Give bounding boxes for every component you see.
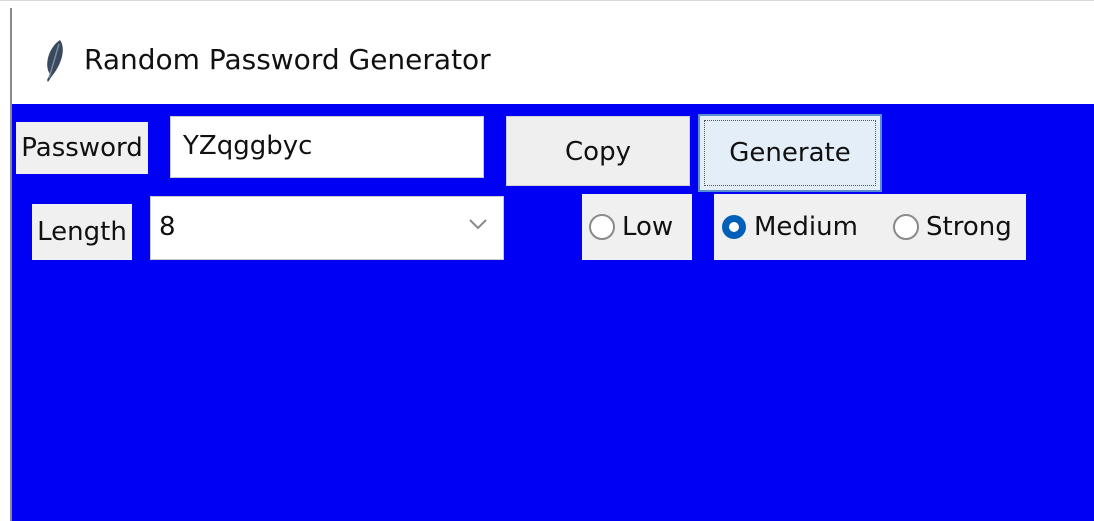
length-select[interactable]: 8 — [150, 196, 504, 260]
radio-medium[interactable]: Medium — [720, 194, 858, 260]
main-panel: Password YZqggbyc Copy Generate Length 8… — [12, 104, 1094, 521]
password-label: Password — [16, 122, 148, 174]
length-select-value: 8 — [159, 212, 176, 242]
radio-unchecked-icon — [893, 214, 919, 240]
radio-medium-label: Medium — [754, 212, 858, 242]
strength-low-group: Low — [582, 194, 692, 260]
radio-low-label: Low — [622, 212, 674, 242]
title-bar[interactable]: Random Password Generator — [12, 8, 1094, 104]
chevron-down-icon[interactable] — [467, 213, 489, 235]
strength-medium-strong-group: Medium Strong — [714, 194, 1026, 260]
generate-button-label: Generate — [729, 138, 851, 168]
window-title: Random Password Generator — [84, 43, 491, 76]
generate-button[interactable]: Generate — [698, 114, 882, 192]
radio-low[interactable]: Low — [588, 194, 673, 260]
length-label: Length — [32, 204, 132, 260]
radio-strong[interactable]: Strong — [892, 194, 1012, 260]
radio-checked-icon — [722, 215, 746, 239]
app-window: Random Password Generator Password YZqgg… — [10, 8, 1094, 521]
radio-strong-label: Strong — [926, 212, 1012, 242]
password-field[interactable]: YZqggbyc — [170, 116, 484, 178]
feather-icon — [47, 40, 63, 82]
radio-unchecked-icon — [589, 214, 615, 240]
copy-button[interactable]: Copy — [506, 116, 690, 186]
